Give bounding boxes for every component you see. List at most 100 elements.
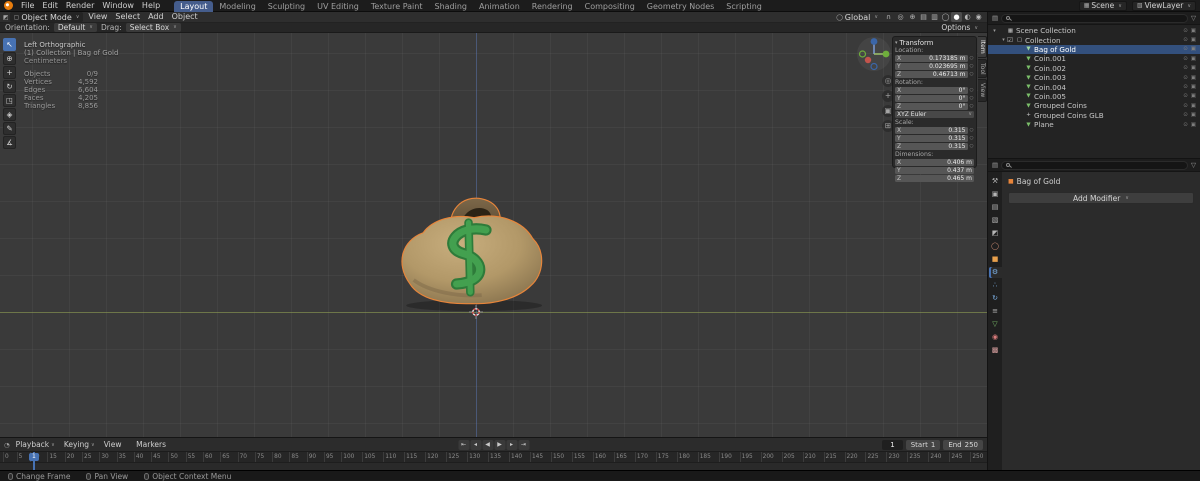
- annotate-tool[interactable]: ✎: [3, 122, 16, 135]
- hide-in-viewport-icon[interactable]: ⊙: [1183, 93, 1188, 99]
- outliner-item[interactable]: ▾ ☑ ▢ Collection ⊙ ▣: [988, 35, 1200, 45]
- timeline-menu-item[interactable]: Keying ∨: [60, 438, 99, 452]
- workspace-tab[interactable]: Modeling: [213, 1, 261, 12]
- move-tool[interactable]: +: [3, 66, 16, 79]
- workspace-tab[interactable]: Shading: [428, 1, 473, 12]
- lock-icon[interactable]: ○: [969, 95, 974, 102]
- scale-tool[interactable]: ◳: [3, 94, 16, 107]
- workspace-tab[interactable]: Geometry Nodes: [641, 1, 720, 12]
- transform-orientation-selector[interactable]: ◯ Global ∨: [832, 12, 882, 22]
- disable-in-renders-icon[interactable]: ▣: [1191, 75, 1196, 81]
- lock-icon[interactable]: ○: [969, 87, 974, 94]
- object-data-tab[interactable]: ▽: [989, 319, 1002, 330]
- workspace-tab[interactable]: Texture Paint: [365, 1, 429, 12]
- lock-icon[interactable]: ○: [969, 127, 974, 134]
- workspace-tab[interactable]: Sculpting: [262, 1, 311, 12]
- previous-keyframe-button[interactable]: ◂: [470, 439, 481, 450]
- measure-tool[interactable]: ∡: [3, 136, 16, 149]
- next-keyframe-button[interactable]: ▸: [506, 439, 517, 450]
- sidebar-tab[interactable]: Tool: [978, 58, 987, 79]
- outliner-item[interactable]: ▾ ☑ ▼ Grouped Coins ⊙ ▣: [988, 101, 1200, 110]
- jump-to-start-button[interactable]: ⇤: [458, 439, 469, 450]
- menu-item[interactable]: Edit: [38, 0, 62, 12]
- expand-icon[interactable]: ▾: [1000, 37, 1007, 43]
- menu-item[interactable]: Render: [62, 0, 98, 12]
- hide-in-viewport-icon[interactable]: ⊙: [1183, 56, 1188, 62]
- rotation-value-field[interactable]: Z 0°: [895, 102, 968, 111]
- outliner-editor-icon[interactable]: ▤: [992, 14, 998, 22]
- material-preview-icon[interactable]: ◐: [962, 12, 973, 22]
- timeline-ruler[interactable]: 0510152025303540455055606570758085909510…: [0, 452, 987, 463]
- workspace-tab[interactable]: Scripting: [720, 1, 768, 12]
- outliner-item[interactable]: ▾ ☑ ▼ Coin.005 ⊙ ▣: [988, 92, 1200, 101]
- hide-in-viewport-icon[interactable]: ⊙: [1183, 112, 1188, 118]
- outliner-item[interactable]: ▾ ☑ ▼ Bag of Gold ⊙ ▣: [988, 44, 1200, 55]
- timeline-track[interactable]: [0, 463, 987, 470]
- viewport-menu-item[interactable]: Select: [111, 11, 144, 23]
- workspace-tab[interactable]: Layout: [174, 0, 214, 12]
- modifiers-tab[interactable]: ⚙: [988, 267, 1002, 278]
- sidebar-tab[interactable]: Item: [978, 36, 987, 58]
- disable-in-renders-icon[interactable]: ▣: [1191, 65, 1196, 71]
- disable-in-renders-icon[interactable]: ▣: [1191, 122, 1196, 128]
- hide-in-viewport-icon[interactable]: ⊙: [1183, 46, 1188, 52]
- timeline-menu-item[interactable]: Playback ∨: [12, 438, 59, 452]
- timeline-editor-icon[interactable]: ◔: [4, 441, 10, 449]
- outliner-item[interactable]: ▾ ☑ ▼ Coin.003 ⊙ ▣: [988, 73, 1200, 82]
- navigation-gizmo[interactable]: [855, 35, 893, 73]
- timeline-menu-item[interactable]: Markers ∨: [132, 438, 176, 452]
- viewport-menu-item[interactable]: View: [84, 11, 111, 23]
- bag-of-gold-object[interactable]: [391, 193, 561, 316]
- workspace-tab[interactable]: Rendering: [526, 1, 579, 12]
- frame-start-field[interactable]: Start 1: [905, 439, 941, 450]
- outliner-search-input[interactable]: [1001, 13, 1188, 23]
- disable-in-renders-icon[interactable]: ▣: [1191, 112, 1196, 118]
- view-layer-tab[interactable]: ▧: [989, 215, 1002, 226]
- properties-editor-icon[interactable]: ▤: [992, 161, 998, 169]
- render-tab[interactable]: ▣: [989, 189, 1002, 200]
- play-button[interactable]: ▶: [494, 439, 505, 450]
- editor-type-icon[interactable]: ◩: [3, 14, 9, 21]
- show-overlays-icon[interactable]: ▤: [918, 12, 929, 22]
- dimension-value-field[interactable]: X 0.406 m: [895, 158, 974, 167]
- hide-in-viewport-icon[interactable]: ⊙: [1183, 28, 1188, 34]
- lock-icon[interactable]: ○: [969, 71, 974, 78]
- outliner-item[interactable]: ▾ ☑ ▼ Plane ⊙ ▣: [988, 120, 1200, 129]
- options-dropdown[interactable]: Options ∨: [937, 23, 982, 33]
- disable-in-renders-icon[interactable]: ▣: [1191, 46, 1196, 52]
- view-layer-selector[interactable]: ▧ ViewLayer ∨: [1131, 0, 1196, 11]
- location-value-field[interactable]: Z 0.46713 m: [895, 70, 968, 79]
- object-tab[interactable]: ■: [989, 254, 1002, 265]
- viewport-menu-item[interactable]: Add: [144, 11, 168, 23]
- lock-icon[interactable]: ○: [969, 63, 974, 70]
- orientation-setting-value[interactable]: Default ∨: [53, 23, 97, 32]
- rendered-shading-icon[interactable]: ◉: [973, 12, 984, 22]
- output-tab[interactable]: ▤: [989, 202, 1002, 213]
- rotation-mode-dropdown[interactable]: XYZ Euler ∨: [895, 111, 974, 119]
- disable-in-renders-icon[interactable]: ▣: [1191, 37, 1196, 43]
- rotate-tool[interactable]: ↻: [3, 80, 16, 93]
- rotation-value-field[interactable]: Y 0°: [895, 94, 968, 102]
- wireframe-shading-icon[interactable]: ◯: [940, 12, 951, 22]
- physics-tab[interactable]: ↻: [989, 293, 1002, 304]
- scene-tab[interactable]: ◩: [989, 228, 1002, 239]
- hide-in-viewport-icon[interactable]: ⊙: [1183, 84, 1188, 90]
- lock-icon[interactable]: ○: [969, 135, 974, 142]
- toggle-xray-icon[interactable]: ▥: [929, 12, 940, 22]
- workspace-tab[interactable]: Animation: [473, 1, 526, 12]
- select-box-tool[interactable]: ↖: [3, 38, 16, 51]
- transform-panel-header[interactable]: ▾ Transform: [895, 38, 974, 47]
- disable-in-renders-icon[interactable]: ▣: [1191, 84, 1196, 90]
- filter-icon[interactable]: ▽: [1191, 14, 1196, 22]
- hide-in-viewport-icon[interactable]: ⊙: [1183, 65, 1188, 71]
- lock-icon[interactable]: ○: [969, 143, 974, 150]
- hide-in-viewport-icon[interactable]: ⊙: [1183, 122, 1188, 128]
- workspace-tab[interactable]: Compositing: [579, 1, 641, 12]
- location-value-field[interactable]: X 0.173185 m: [895, 54, 968, 62]
- current-frame-field[interactable]: 1: [882, 439, 903, 450]
- jump-to-end-button[interactable]: ⇥: [518, 439, 529, 450]
- scale-value-field[interactable]: X 0.315: [895, 126, 968, 134]
- tool-tab[interactable]: ⚒: [989, 176, 1002, 187]
- texture-tab[interactable]: ▩: [989, 345, 1002, 356]
- scale-value-field[interactable]: Z 0.315: [895, 143, 968, 151]
